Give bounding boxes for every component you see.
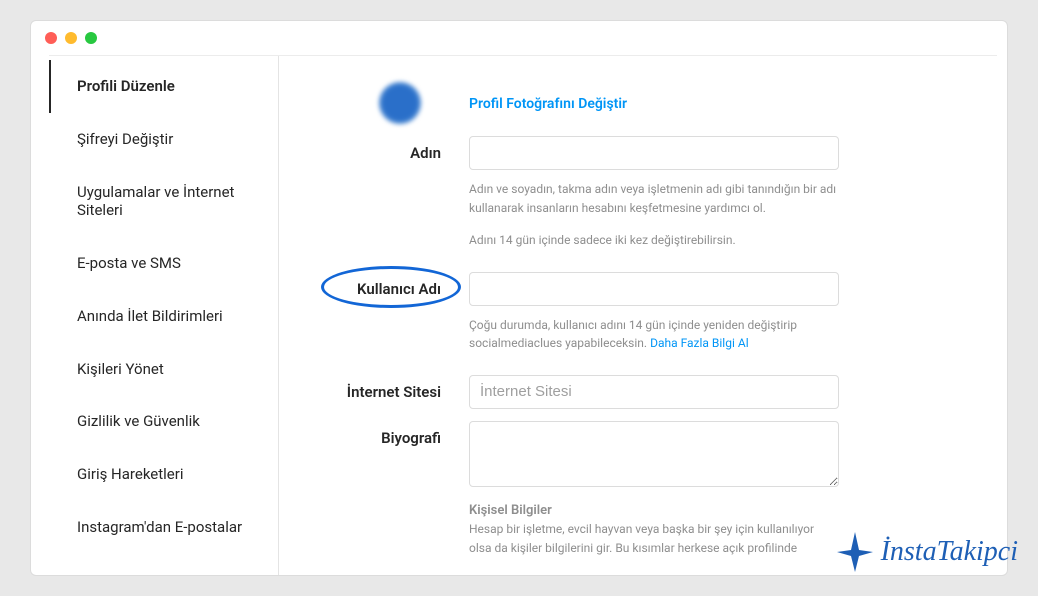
sidebar-item-change-password[interactable]: Şifreyi Değiştir [49, 113, 278, 166]
bio-textarea[interactable] [469, 421, 839, 487]
website-input[interactable] [469, 375, 839, 409]
username-hint: Çoğu durumda, kullanıcı adını 14 gün içi… [469, 316, 839, 353]
avatar-row: Profil Fotoğrafını Değiştir [299, 82, 957, 124]
website-label: İnternet Sitesi [299, 375, 469, 401]
window-minimize-button[interactable] [65, 32, 77, 44]
personal-info-heading: Kişisel Bilgiler [469, 503, 839, 518]
titlebar [31, 21, 1007, 55]
name-hint-2: Adını 14 gün içinde sadece iki kez değiş… [469, 231, 839, 250]
window-maximize-button[interactable] [85, 32, 97, 44]
change-profile-photo-link[interactable]: Profil Fotoğrafını Değiştir [469, 82, 839, 112]
sidebar-item-push-notifications[interactable]: Anında İlet Bildirimleri [49, 290, 278, 343]
sidebar-item-privacy-security[interactable]: Gizlilik ve Güvenlik [49, 395, 278, 448]
browser-window: Profili Düzenle Şifreyi Değiştir Uygulam… [30, 20, 1008, 576]
username-row: Kullanıcı Adı Çoğu durumda, kullanıcı ad… [299, 272, 957, 353]
edit-profile-panel: Profil Fotoğrafını Değiştir Adın Adın ve… [279, 56, 997, 575]
settings-sidebar: Profili Düzenle Şifreyi Değiştir Uygulam… [49, 56, 279, 575]
name-hint-1: Adın ve soyadın, takma adın veya işletme… [469, 180, 839, 217]
profile-avatar[interactable] [379, 82, 421, 124]
sidebar-item-edit-profile[interactable]: Profili Düzenle [49, 60, 278, 113]
username-more-info-link[interactable]: Daha Fazla Bilgi Al [650, 336, 749, 350]
sidebar-item-email-sms[interactable]: E-posta ve SMS [49, 237, 278, 290]
bio-label: Biyografi [299, 421, 469, 447]
personal-info-row: Kişisel Bilgiler Hesap bir işletme, evci… [299, 503, 957, 557]
name-row: Adın Adın ve soyadın, takma adın veya iş… [299, 136, 957, 250]
bio-row: Biyografi [299, 421, 957, 491]
personal-info-hint: Hesap bir işletme, evcil hayvan veya baş… [469, 520, 839, 557]
sidebar-item-login-activity[interactable]: Giriş Hareketleri [49, 448, 278, 501]
sidebar-item-manage-contacts[interactable]: Kişileri Yönet [49, 343, 278, 396]
website-row: İnternet Sitesi [299, 375, 957, 409]
content-area: Profili Düzenle Şifreyi Değiştir Uygulam… [49, 55, 997, 575]
username-input[interactable] [469, 272, 839, 306]
sidebar-item-emails-from-instagram[interactable]: Instagram'dan E-postalar [49, 501, 278, 554]
window-close-button[interactable] [45, 32, 57, 44]
name-input[interactable] [469, 136, 839, 170]
sidebar-item-apps-websites[interactable]: Uygulamalar ve İnternet Siteleri [49, 166, 278, 238]
username-label: Kullanıcı Adı [299, 272, 469, 298]
name-label: Adın [299, 136, 469, 162]
